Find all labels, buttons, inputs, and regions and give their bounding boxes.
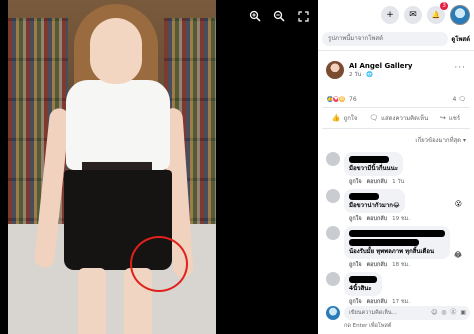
comment-item: มือขวาน่ากัวมาก😂 ถูกใจ ตอบกลับ 19 ชม. 😮 xyxy=(318,186,474,223)
comment-count: 4 xyxy=(452,95,457,103)
comment-input-placeholder: เขียนความคิดเห็น... xyxy=(349,310,397,316)
reactions-row: 👍 ♥ 😆 76 4 🗨 xyxy=(318,85,474,107)
comment-sort-dropdown[interactable]: เกี่ยวข้องมากที่สุด ▾ xyxy=(318,129,474,149)
red-highlight-circle xyxy=(130,236,188,292)
create-plus-button[interactable]: + xyxy=(381,6,399,24)
commenter-avatar[interactable] xyxy=(326,226,340,240)
comment-bubble: 4นิ้วสินะ xyxy=(344,272,382,296)
my-avatar xyxy=(326,306,340,320)
comment-time[interactable]: 1 วัน xyxy=(392,178,404,186)
messenger-button[interactable]: ✉ xyxy=(404,6,422,24)
comment-meta: ถูกใจ ตอบกลับ 17 ชม. xyxy=(344,296,468,306)
photo-viewer xyxy=(0,0,318,334)
comment-bubble: มือขวามีนิ้วกี่นนนะ xyxy=(344,152,403,176)
write-comment-bar: เขียนความคิดเห็น... ☺ ◎ ⓖ ▣ xyxy=(318,306,474,320)
reaction-count: 76 xyxy=(349,95,357,103)
photo-toolbar xyxy=(248,9,310,23)
notification-badge: 3 xyxy=(440,2,448,10)
comment-reaction-icon: 😮 xyxy=(454,200,462,208)
commenter-avatar[interactable] xyxy=(326,189,340,203)
like-label: ถูกใจ xyxy=(343,115,358,122)
comment-like-link[interactable]: ถูกใจ xyxy=(349,178,362,186)
post-side-panel: + ✉ 🔔 3 รูปภาพนี้มาจากโพสต์ ดูโพสต์ AI A… xyxy=(318,0,474,334)
expand-icon[interactable] xyxy=(296,9,310,23)
comment-item: น้องรับมั้ย ทุพพลภาพ ทุกสิ้นเดือน ถูกใจ … xyxy=(318,223,474,269)
comment-icon: 🗨 xyxy=(369,114,379,122)
messenger-icon: ✉ xyxy=(409,10,417,20)
haha-reaction-icon: 😆 xyxy=(338,95,346,103)
share-icon: ↪ xyxy=(440,114,446,122)
share-label: แชร์ xyxy=(448,115,461,122)
comment-reply-link[interactable]: ตอบกลับ xyxy=(367,261,388,269)
bell-icon: 🔔 xyxy=(431,11,441,19)
comment-button[interactable]: 🗨 แสดงความคิดเห็น xyxy=(369,113,428,123)
post-photo xyxy=(8,0,216,334)
comment-time[interactable]: 17 ชม. xyxy=(392,298,410,306)
post-actions: 👍 ถูกใจ 🗨 แสดงความคิดเห็น ↪ แชร์ xyxy=(322,107,470,129)
comment-bubble-icon: 🗨 xyxy=(458,95,466,103)
comment-item: มือขวามีนิ้วกี่นนนะ ถูกใจ ตอบกลับ 1 วัน xyxy=(318,149,474,186)
comment-count-link[interactable]: 4 🗨 xyxy=(453,96,466,103)
thumbs-up-icon: 👍 xyxy=(331,114,341,122)
redacted-name xyxy=(349,193,379,200)
account-avatar[interactable] xyxy=(450,5,470,25)
comment-label: แสดงความคิดเห็น xyxy=(381,115,429,122)
comment-text: 4นิ้วสินะ xyxy=(349,285,372,292)
comment-text: มือขวาน่ากัวมาก😂 xyxy=(349,202,400,209)
post-timestamp[interactable]: 2 วัน · 🌐 xyxy=(349,71,413,79)
reaction-summary[interactable]: 👍 ♥ 😆 76 xyxy=(326,95,357,103)
comment-text: น้องรับมั้ย ทุพพลภาพ ทุกสิ้นเดือน xyxy=(349,248,435,255)
like-button[interactable]: 👍 ถูกใจ xyxy=(332,113,357,123)
comment-bubble: น้องรับมั้ย ทุพพลภาพ ทุกสิ้นเดือน xyxy=(344,226,450,259)
redacted-text xyxy=(349,239,419,246)
share-button[interactable]: ↪ แชร์ xyxy=(440,113,460,123)
commenter-avatar[interactable] xyxy=(326,152,340,166)
page-avatar[interactable] xyxy=(326,61,344,79)
comment-reply-link[interactable]: ตอบกลับ xyxy=(367,215,388,223)
comment-bubble: มือขวาน่ากัวมาก😂 xyxy=(344,189,405,213)
comment-text: มือขวามีนิ้วกี่นนนะ xyxy=(349,165,398,172)
left-leg xyxy=(78,268,106,334)
notifications-button[interactable]: 🔔 3 xyxy=(427,2,448,24)
zoom-in-icon[interactable] xyxy=(248,9,262,23)
redacted-name xyxy=(349,156,389,163)
redacted-name xyxy=(349,230,445,237)
comment-input[interactable]: เขียนความคิดเห็น... ☺ ◎ ⓖ ▣ xyxy=(344,306,470,320)
post-header: AI Angel Gallery 2 วัน · 🌐 ··· xyxy=(318,51,474,85)
enter-to-post-hint: กด Enter เพื่อโพสต์ xyxy=(344,323,392,329)
comment-like-link[interactable]: ถูกใจ xyxy=(349,261,362,269)
comment-time[interactable]: 19 ชม. xyxy=(392,215,410,223)
comment-meta: ถูกใจ ตอบกลับ 18 ชม. xyxy=(344,259,468,269)
comment-reply-link[interactable]: ตอบกลับ xyxy=(367,298,388,306)
photo-source-row: รูปภาพนี้มาจากโพสต์ ดูโพสต์ xyxy=(318,30,474,51)
view-post-link[interactable]: ดูโพสต์ xyxy=(451,34,470,44)
plus-icon: + xyxy=(386,10,394,20)
comment-item: 4นิ้วสินะ ถูกใจ ตอบกลับ 17 ชม. xyxy=(318,269,474,306)
redacted-name xyxy=(349,276,377,283)
comment-reaction-icon: 😂 xyxy=(453,251,462,259)
commenter-avatar[interactable] xyxy=(326,272,340,286)
emoji-sticker-gif-icons[interactable]: ☺ ◎ ⓖ ▣ xyxy=(431,306,470,320)
page-name[interactable]: AI Angel Gallery xyxy=(349,62,413,70)
comment-meta: ถูกใจ ตอบกลับ 19 ชม. xyxy=(344,213,468,223)
comment-like-link[interactable]: ถูกใจ xyxy=(349,215,362,223)
face xyxy=(90,18,142,84)
more-options-icon[interactable]: ··· xyxy=(454,63,466,73)
comment-time[interactable]: 18 ชม. xyxy=(392,261,410,269)
photo-source-text: รูปภาพนี้มาจากโพสต์ xyxy=(322,32,449,46)
comment-reply-link[interactable]: ตอบกลับ xyxy=(367,178,388,186)
top-bar: + ✉ 🔔 3 xyxy=(318,0,474,30)
zoom-out-icon[interactable] xyxy=(272,9,286,23)
comment-like-link[interactable]: ถูกใจ xyxy=(349,298,362,306)
white-shirt xyxy=(66,80,170,170)
comment-meta: ถูกใจ ตอบกลับ 1 วัน xyxy=(344,176,468,186)
